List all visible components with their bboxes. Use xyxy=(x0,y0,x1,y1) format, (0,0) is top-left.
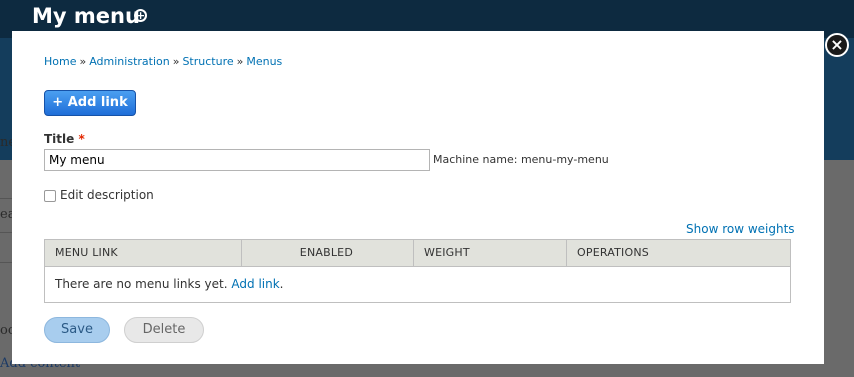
table-header: MENU LINK ENABLED WEIGHT OPERATIONS xyxy=(45,240,790,267)
show-row-weights-link[interactable]: Show row weights xyxy=(686,222,795,236)
breadcrumb: Home» Administration» Structure» Menus xyxy=(44,55,282,68)
empty-add-link[interactable]: Add link xyxy=(231,277,279,291)
close-icon[interactable]: × xyxy=(825,33,849,57)
breadcrumb-structure[interactable]: Structure xyxy=(182,55,233,68)
empty-table-text: There are no menu links yet. xyxy=(55,277,228,291)
plus-circle-icon[interactable]: + xyxy=(134,9,147,22)
save-button[interactable]: Save xyxy=(44,317,110,343)
empty-table-message: There are no menu links yet. Add link. xyxy=(55,277,284,291)
title-input[interactable] xyxy=(44,149,430,171)
column-header-operations: OPERATIONS xyxy=(577,246,649,259)
menu-edit-dialog: Home» Administration» Structure» Menus + Ad… xyxy=(12,31,824,364)
edit-description-label[interactable]: Edit description xyxy=(60,188,154,202)
delete-button[interactable]: Delete xyxy=(124,317,204,343)
background-divider xyxy=(0,232,12,233)
page-title: My menu xyxy=(32,4,140,28)
edit-description-checkbox[interactable] xyxy=(44,190,56,202)
breadcrumb-menus[interactable]: Menus xyxy=(246,55,282,68)
breadcrumb-separator: » xyxy=(172,55,180,68)
breadcrumb-home[interactable]: Home xyxy=(44,55,76,68)
background-divider xyxy=(0,262,12,263)
machine-name: Machine name: menu-my-menu xyxy=(433,153,609,166)
empty-table-suffix: . xyxy=(279,277,284,291)
breadcrumb-administration[interactable]: Administration xyxy=(89,55,170,68)
column-header-weight: WEIGHT xyxy=(414,240,567,267)
title-label-text: Title xyxy=(44,132,75,146)
add-link-button[interactable]: + Add link xyxy=(44,90,136,116)
breadcrumb-separator: » xyxy=(79,55,87,68)
column-header-enabled: ENABLED xyxy=(242,240,414,267)
menu-links-table: MENU LINK ENABLED WEIGHT OPERATIONS Ther… xyxy=(44,239,791,303)
background-divider xyxy=(0,198,12,199)
breadcrumb-separator: » xyxy=(236,55,244,68)
column-header-menu-link: MENU LINK xyxy=(45,240,242,267)
required-marker: * xyxy=(78,132,85,146)
title-label: Title * xyxy=(44,132,85,146)
